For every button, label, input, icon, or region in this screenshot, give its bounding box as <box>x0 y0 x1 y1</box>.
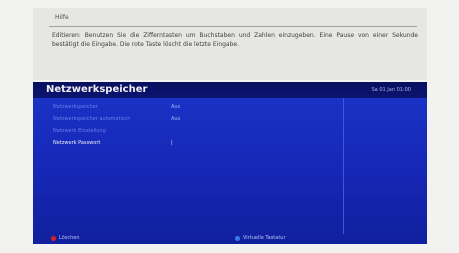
red-button-icon <box>51 235 56 241</box>
menu-item-value: Aus <box>171 116 181 122</box>
page-title: Netzwerkspeicher <box>46 84 148 95</box>
menu-item-label: Netzwerkspeicher <box>53 104 98 110</box>
red-key-hint[interactable]: Löschen <box>51 235 80 241</box>
menu-item-label: Netzwerk Einstellung <box>53 128 106 134</box>
menu-item-label: Netzwerk Passwort <box>53 140 101 146</box>
tv-screen: Hilfe Editieren: Benutzen Sie die Ziffer… <box>0 0 459 253</box>
blue-key-hint[interactable]: Virtuelle Tastatur <box>235 235 286 241</box>
panel-divider <box>343 98 344 234</box>
help-title: Hilfe <box>55 14 69 21</box>
password-input[interactable]: | <box>171 140 173 146</box>
help-text: Editieren: Benutzen Sie die Zifferntaste… <box>52 32 418 48</box>
panel-header: Netzwerkspeicher Sa 01 Jan 01:00 <box>33 82 427 98</box>
date-time: Sa 01 Jan 01:00 <box>371 87 412 93</box>
menu-item-network-password[interactable]: Netzwerk Passwort | <box>53 140 173 148</box>
menu-item-value: Aus <box>171 104 181 110</box>
blue-key-label: Virtuelle Tastatur <box>243 235 286 241</box>
help-divider <box>49 26 417 27</box>
menu-item-network-storage-auto[interactable]: Netzwerkspeicher automatisch Aus <box>53 116 180 124</box>
menu-item-network-storage[interactable]: Netzwerkspeicher Aus <box>53 104 180 112</box>
menu-item-network-settings[interactable]: Netzwerk Einstellung <box>53 128 106 136</box>
blue-button-icon <box>235 235 240 241</box>
red-key-label: Löschen <box>59 235 80 241</box>
help-box: Hilfe Editieren: Benutzen Sie die Ziffer… <box>33 8 427 80</box>
settings-panel: Netzwerkspeicher Sa 01 Jan 01:00 Netzwer… <box>33 82 427 244</box>
menu-item-label: Netzwerkspeicher automatisch <box>53 116 131 122</box>
